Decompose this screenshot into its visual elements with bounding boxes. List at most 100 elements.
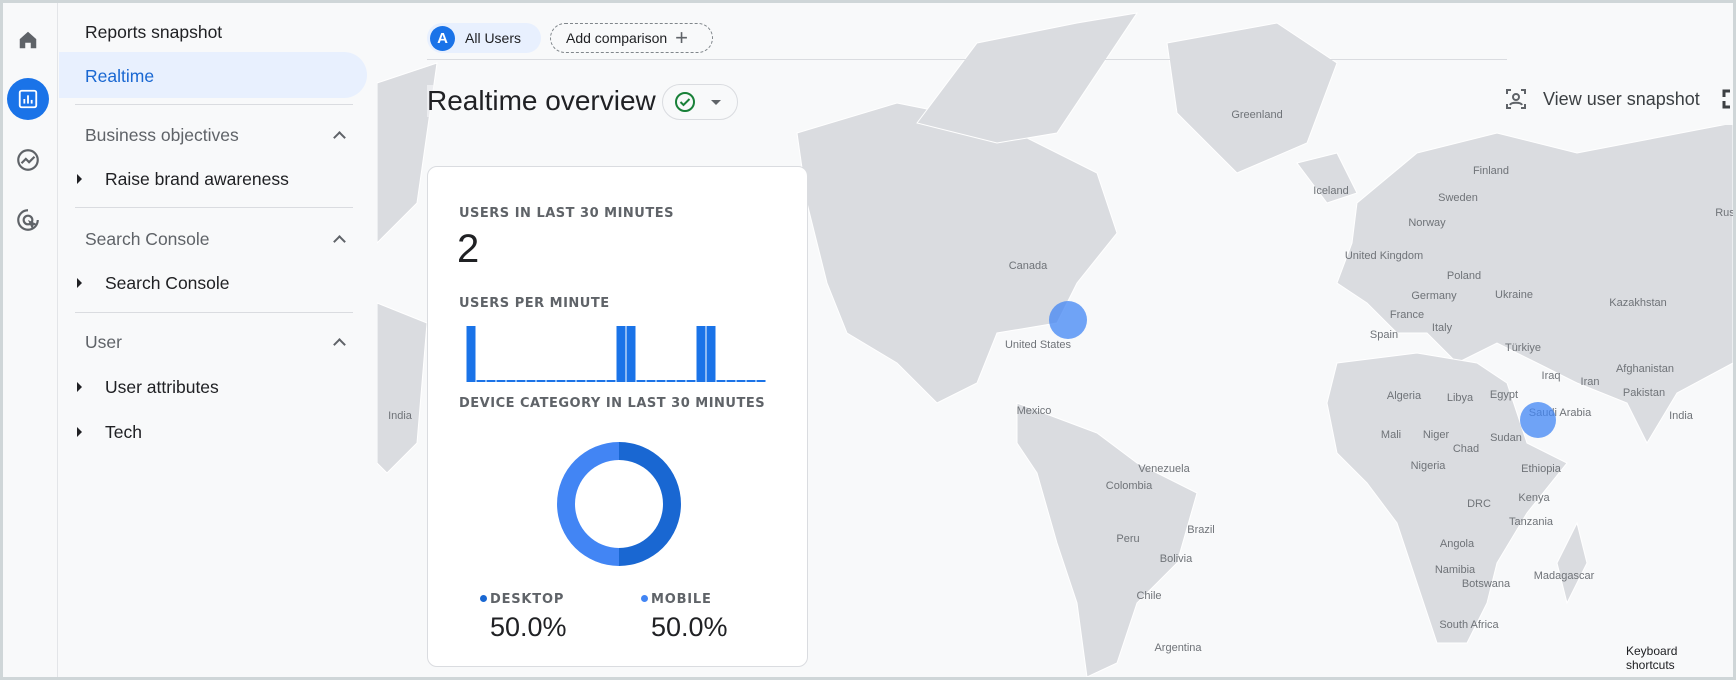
minute-bar[interactable] [486, 380, 496, 382]
minute-bar[interactable] [606, 380, 616, 382]
map-country-label: Greenland [1231, 109, 1283, 121]
minute-bar[interactable] [636, 380, 646, 382]
divider [75, 207, 353, 208]
chevron-up-icon[interactable] [333, 235, 346, 248]
map-country-label: Afghanistan [1615, 363, 1675, 375]
minute-bar[interactable] [566, 380, 576, 382]
sidebar-item-user-attributes[interactable]: User attributes [105, 377, 219, 398]
explore-icon[interactable] [7, 139, 49, 181]
users-last-30-label: USERS IN LAST 30 MINUTES [459, 206, 674, 221]
sidebar-item-tech[interactable]: Tech [105, 422, 142, 443]
section-business-objectives[interactable]: Business objectives [85, 125, 239, 146]
page-title: Realtime overview [427, 85, 656, 117]
map-country-label: United States [1004, 339, 1072, 351]
minute-bar[interactable] [646, 380, 656, 382]
minute-bar[interactable] [616, 326, 626, 382]
minute-bar[interactable] [736, 380, 746, 382]
minute-bar[interactable] [726, 380, 736, 382]
map-country-label: Iraq [1541, 370, 1561, 382]
minute-bar[interactable] [516, 380, 526, 382]
map-country-label: Finland [1472, 165, 1510, 177]
plus-icon: + [675, 25, 689, 50]
minute-bar[interactable] [496, 380, 506, 382]
user-location-us[interactable] [1049, 301, 1087, 339]
map-country-label: India [1669, 410, 1693, 422]
map-country-label: Italy [1431, 322, 1453, 334]
sidebar-item-reports-snapshot[interactable]: Reports snapshot [85, 22, 222, 43]
section-search-console[interactable]: Search Console [85, 229, 210, 250]
add-comparison-button[interactable]: Add comparison + [550, 23, 713, 53]
minute-bar[interactable] [656, 380, 666, 382]
map-country-label: Iceland [1313, 185, 1349, 197]
minute-bar[interactable] [506, 380, 516, 382]
map-country-label: Colombia [1105, 480, 1153, 492]
legend-dot [480, 595, 487, 602]
left-nav-rail [3, 3, 58, 677]
chevron-up-icon[interactable] [333, 338, 346, 351]
minute-bar[interactable] [756, 380, 766, 382]
advertising-icon[interactable] [7, 199, 49, 241]
fullscreen-icon[interactable] [1722, 89, 1733, 109]
minute-bar[interactable] [526, 380, 536, 382]
map-country-label: Peru [1116, 533, 1140, 545]
map-country-label: Chad [1452, 443, 1480, 455]
add-comparison-label: Add comparison [566, 30, 668, 46]
map-country-label: Namibia [1434, 564, 1476, 576]
divider [75, 312, 353, 313]
map-country-label: Tanzania [1508, 516, 1554, 528]
minute-bar[interactable] [716, 380, 726, 382]
minute-bar[interactable] [556, 380, 566, 382]
home-icon[interactable] [7, 19, 49, 61]
map-country-label: Iran [1580, 376, 1600, 388]
map-country-label: Pakistan [1622, 387, 1666, 399]
keyboard-shortcuts-link[interactable]: Keyboard shortcuts [1622, 642, 1733, 674]
map-country-label: DRC [1467, 498, 1491, 510]
sidebar-item-raise-brand-awareness[interactable]: Raise brand awareness [105, 169, 289, 190]
donut-slice-mobile[interactable] [557, 442, 619, 566]
minute-bar[interactable] [476, 380, 486, 382]
map-country-label: United Kingdom [1344, 250, 1424, 262]
minute-bar[interactable] [576, 380, 586, 382]
map-country-label: Brazil [1187, 524, 1215, 536]
data-quality-dropdown[interactable] [662, 84, 738, 120]
segment-badge: A [430, 25, 455, 51]
map-country-label: Kazakhstan [1609, 297, 1667, 309]
caret-right-icon [77, 174, 82, 184]
user-location-saudi-arabia[interactable] [1520, 402, 1556, 438]
minute-bar[interactable] [536, 380, 546, 382]
users-last-30-value: 2 [457, 227, 480, 271]
segment-label: All Users [465, 30, 522, 46]
map-country-label: Niger [1422, 429, 1450, 441]
minute-bar[interactable] [676, 380, 686, 382]
map-country-label: Angola [1439, 538, 1475, 550]
users-per-minute-label: USERS PER MINUTE [459, 296, 610, 311]
map-country-label: Argentina [1154, 642, 1202, 654]
minute-bar[interactable] [626, 326, 636, 382]
section-user[interactable]: User [85, 332, 122, 353]
minute-bar[interactable] [696, 326, 706, 382]
map-country-label: Botswana [1461, 578, 1511, 590]
map-country-label: Chile [1136, 590, 1162, 602]
users-per-minute-chart [466, 326, 766, 382]
reports-icon[interactable] [7, 78, 49, 120]
minute-bar[interactable] [546, 380, 556, 382]
donut-slice-desktop[interactable] [619, 442, 681, 566]
segment-chip-all-users[interactable]: A All Users [427, 23, 541, 53]
chevron-up-icon[interactable] [333, 131, 346, 144]
view-user-snapshot-button[interactable]: View user snapshot [1498, 73, 1733, 125]
map-country-label: Türkiye [1504, 342, 1542, 354]
map-country-label: Egypt [1489, 389, 1519, 401]
view-user-snapshot-label: View user snapshot [1543, 88, 1700, 109]
legend-label: DESKTOP [490, 592, 565, 607]
sidebar-item-search-console[interactable]: Search Console [105, 273, 230, 294]
minute-bar[interactable] [686, 380, 696, 382]
minute-bar[interactable] [586, 380, 596, 382]
sidebar-item-realtime-label[interactable]: Realtime [85, 66, 154, 87]
minute-bar[interactable] [706, 326, 716, 382]
map-country-label: Sweden [1438, 192, 1478, 204]
minute-bar[interactable] [596, 380, 606, 382]
minute-bar[interactable] [466, 326, 476, 382]
minute-bar[interactable] [746, 380, 756, 382]
map-country-label: Spain [1369, 329, 1399, 341]
minute-bar[interactable] [666, 380, 676, 382]
